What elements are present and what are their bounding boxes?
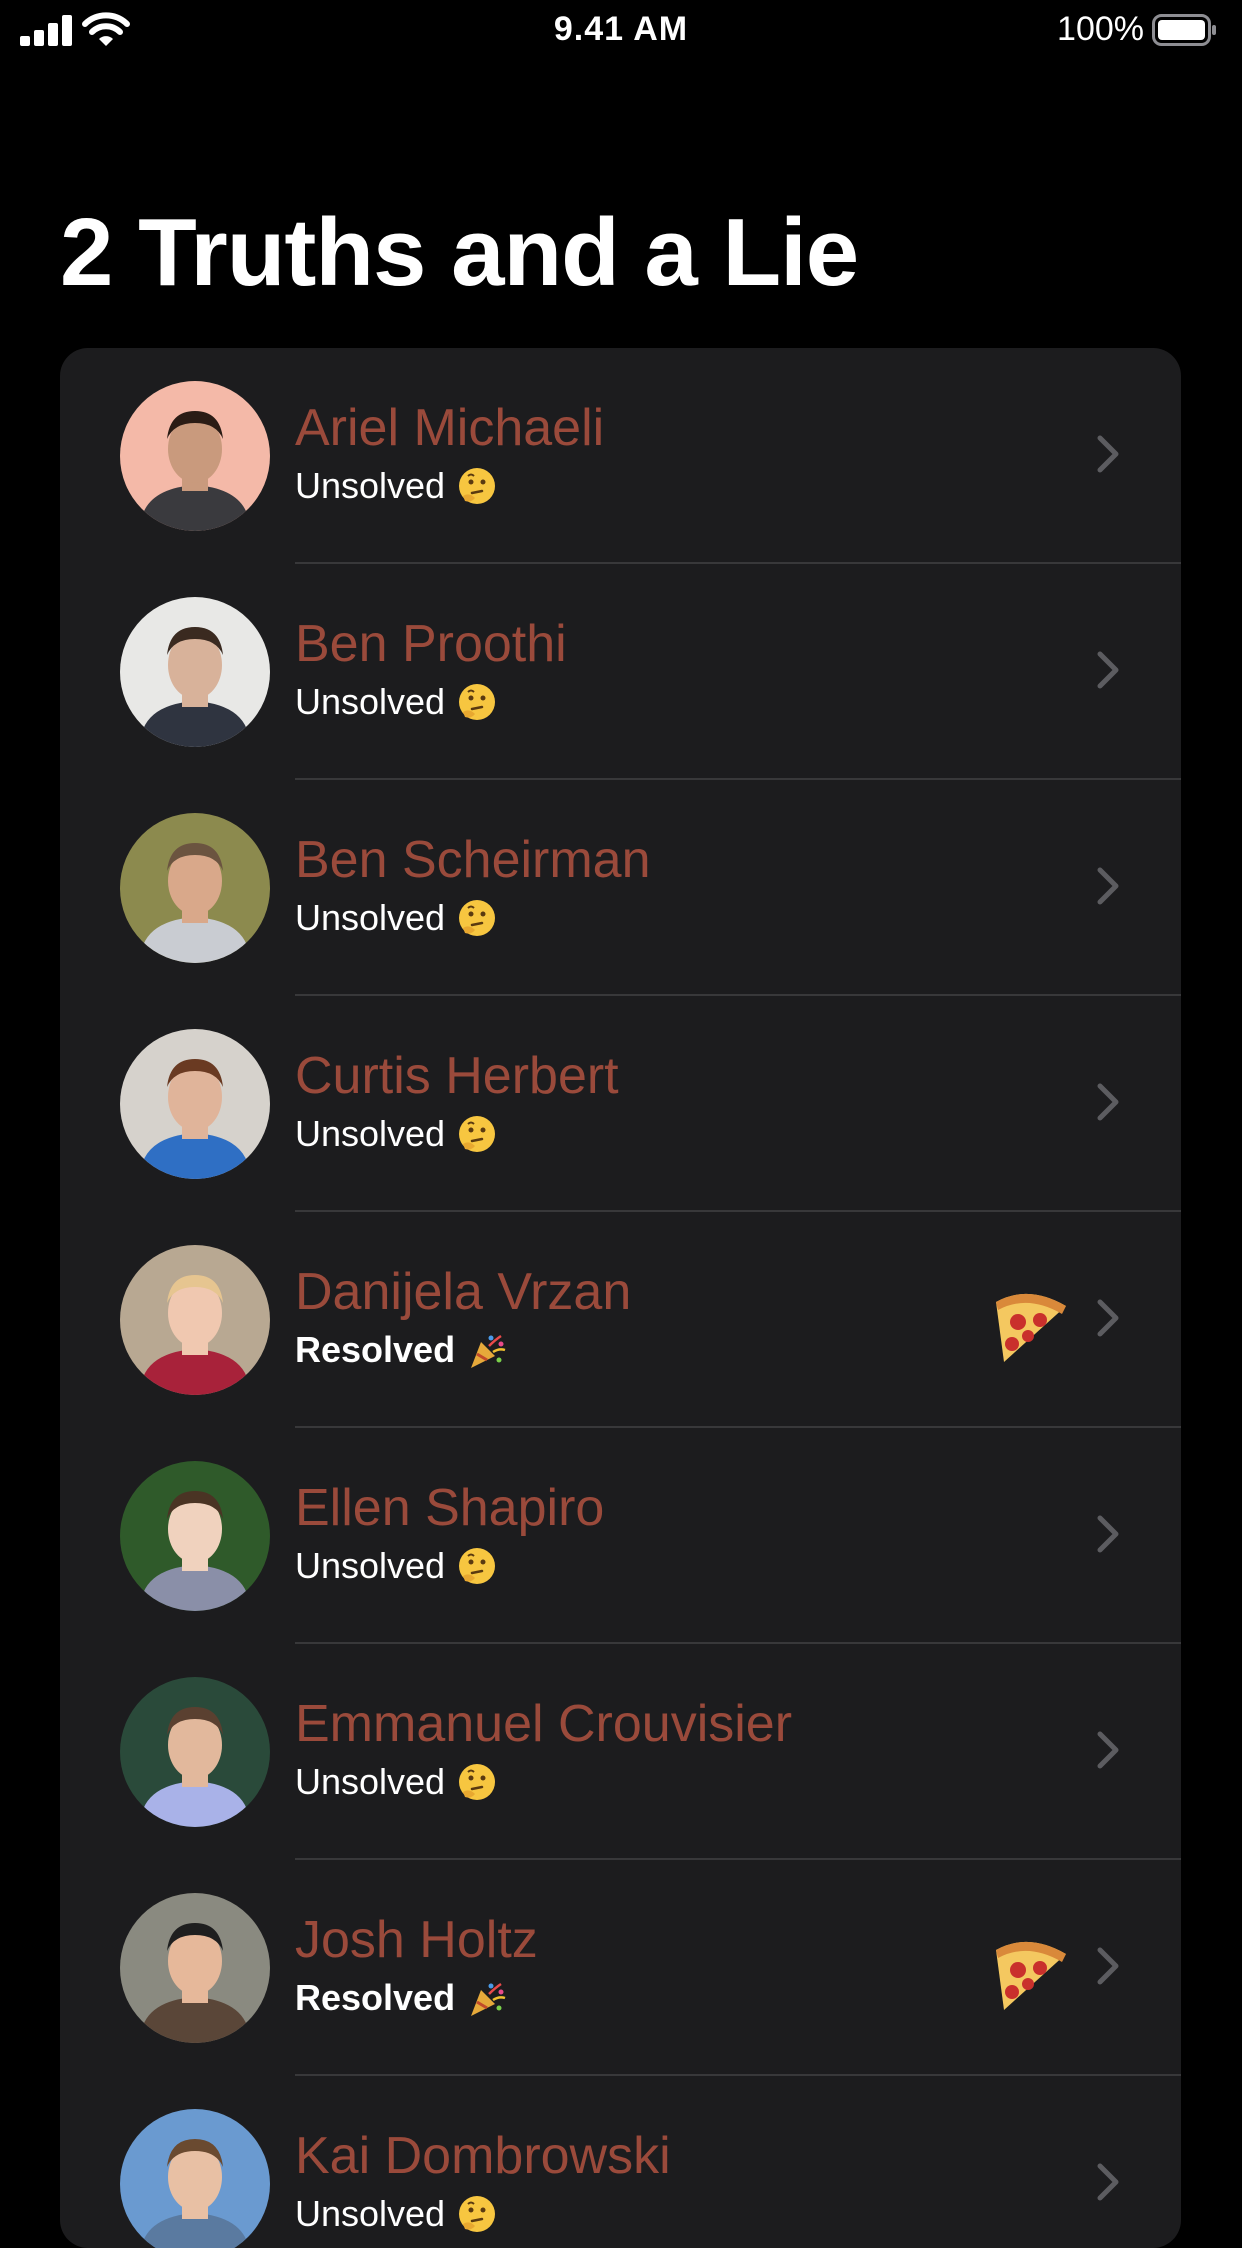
avatar <box>120 813 270 963</box>
pizza-icon <box>990 1926 1070 2012</box>
person-name: Curtis Herbert <box>295 1047 619 1105</box>
chevron-right-icon <box>1097 1731 1119 1769</box>
list-item[interactable]: Emmanuel Crouvisier Unsolved <box>60 1644 1181 1860</box>
avatar <box>120 381 270 531</box>
status-label: Unsolved <box>295 2194 497 2234</box>
list-item[interactable]: Josh Holtz Resolved <box>60 1860 1181 2076</box>
chevron-right-icon <box>1097 867 1119 905</box>
chevron-right-icon <box>1097 1299 1119 1337</box>
thinking-face-icon <box>457 2194 497 2234</box>
person-name: Ben Scheirman <box>295 831 651 889</box>
status-text: Unsolved <box>295 1761 446 1802</box>
chevron-right-icon <box>1097 1947 1119 1985</box>
status-text: Unsolved <box>295 1113 446 1154</box>
thinking-face-icon <box>457 898 497 938</box>
party-popper-icon <box>467 1330 507 1370</box>
avatar <box>120 1677 270 1827</box>
chevron-right-icon <box>1097 1083 1119 1121</box>
person-name: Ben Proothi <box>295 615 567 673</box>
list-item[interactable]: Kai Dombrowski Unsolved <box>60 2076 1181 2248</box>
thinking-face-icon <box>457 1546 497 1586</box>
thinking-face-icon <box>457 682 497 722</box>
avatar <box>120 1245 270 1395</box>
party-popper-icon <box>467 1978 507 2018</box>
status-label: Unsolved <box>295 1762 497 1802</box>
list-item[interactable]: Danijela Vrzan Resolved <box>60 1212 1181 1428</box>
status-label: Resolved <box>295 1978 507 2018</box>
status-time: 9.41 AM <box>553 10 689 48</box>
chevron-right-icon <box>1097 2163 1119 2201</box>
person-name: Josh Holtz <box>295 1911 538 1969</box>
thinking-face-icon <box>457 1762 497 1802</box>
status-label: Unsolved <box>295 466 497 506</box>
person-name: Ariel Michaeli <box>295 399 605 457</box>
avatar <box>120 1029 270 1179</box>
battery-full-icon <box>1152 14 1216 46</box>
avatar <box>120 1893 270 2043</box>
avatar <box>120 2109 270 2248</box>
status-label: Unsolved <box>295 898 497 938</box>
list-item[interactable]: Ben Proothi Unsolved <box>60 564 1181 780</box>
person-name: Danijela Vrzan <box>295 1263 632 1321</box>
status-text: Unsolved <box>295 897 446 938</box>
list-item[interactable]: Ariel Michaeli Unsolved <box>60 348 1181 564</box>
avatar <box>120 1461 270 1611</box>
page-title: 2 Truths and a Lie <box>60 199 859 306</box>
person-name: Emmanuel Crouvisier <box>295 1695 793 1753</box>
status-text: Unsolved <box>295 465 446 506</box>
status-label: Resolved <box>295 1330 507 1370</box>
status-bar: 9.41 AM 100% <box>0 0 1242 62</box>
chevron-right-icon <box>1097 435 1119 473</box>
thinking-face-icon <box>457 1114 497 1154</box>
people-list: Ariel Michaeli Unsolved Ben Proothi Unso… <box>60 348 1181 2248</box>
thinking-face-icon <box>457 466 497 506</box>
status-label: Unsolved <box>295 682 497 722</box>
person-name: Ellen Shapiro <box>295 1479 605 1537</box>
status-label: Unsolved <box>295 1546 497 1586</box>
status-label: Unsolved <box>295 1114 497 1154</box>
avatar <box>120 597 270 747</box>
list-item[interactable]: Curtis Herbert Unsolved <box>60 996 1181 1212</box>
status-text: Resolved <box>295 1329 456 1370</box>
status-text: Unsolved <box>295 2193 446 2234</box>
status-text: Resolved <box>295 1977 456 2018</box>
chevron-right-icon <box>1097 651 1119 689</box>
pizza-icon <box>990 1278 1070 1364</box>
battery-percentage: 100% <box>1057 10 1144 48</box>
list-item[interactable]: Ben Scheirman Unsolved <box>60 780 1181 996</box>
status-text: Unsolved <box>295 681 446 722</box>
person-name: Kai Dombrowski <box>295 2127 671 2185</box>
chevron-right-icon <box>1097 1515 1119 1553</box>
list-item[interactable]: Ellen Shapiro Unsolved <box>60 1428 1181 1644</box>
status-text: Unsolved <box>295 1545 446 1586</box>
